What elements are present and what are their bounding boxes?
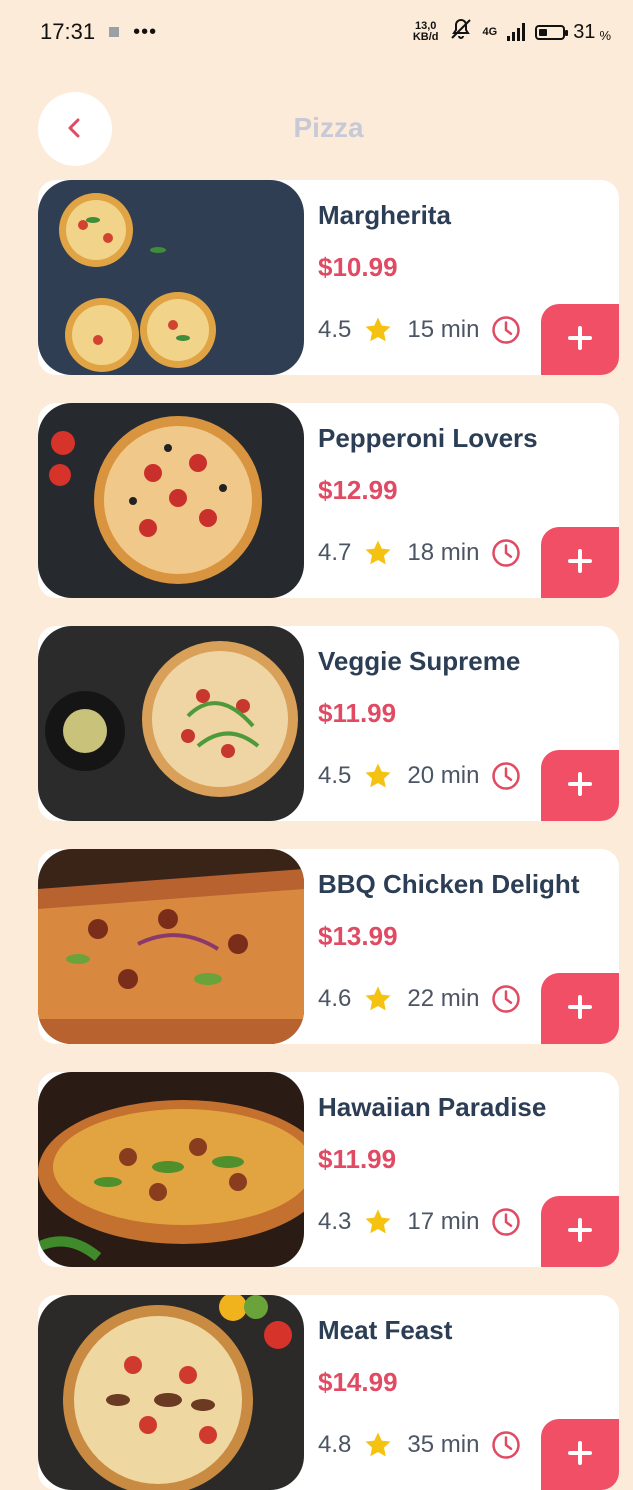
rating-value: 4.6 (318, 985, 352, 1012)
network-type: 4G (482, 25, 498, 38)
add-to-cart-button[interactable] (541, 1419, 619, 1490)
page-title: Pizza (293, 112, 364, 143)
header: Pizza (0, 90, 633, 170)
status-right: 13,0 KB/d 4G 31% (413, 17, 611, 47)
product-image (38, 403, 304, 598)
battery-icon (535, 24, 569, 40)
bell-muted-icon (449, 17, 473, 47)
plus-icon (567, 994, 593, 1023)
clock-icon (491, 984, 521, 1014)
product-price: $11.99 (318, 1144, 397, 1174)
net-speed: 13,0 KB/d (412, 20, 439, 43)
product-meta: 4.7 18 min (318, 538, 521, 568)
product-image (38, 1072, 304, 1267)
plus-icon (567, 771, 593, 800)
product-meta: 4.8 35 min (318, 1430, 521, 1460)
clock-icon (491, 761, 521, 791)
add-to-cart-button[interactable] (541, 527, 619, 598)
product-name: Pepperoni Lovers (318, 423, 538, 453)
battery-indicator: 31% (535, 21, 611, 44)
delivery-time: 18 min (407, 539, 480, 566)
product-name: BBQ Chicken Delight (318, 869, 580, 899)
product-price: $14.99 (318, 1367, 398, 1397)
status-time: 17:31 (40, 19, 96, 44)
add-to-cart-button[interactable] (541, 1196, 619, 1267)
clock-icon (491, 538, 521, 568)
product-image (38, 626, 304, 821)
product-price: $13.99 (318, 921, 398, 951)
product-card[interactable]: Margherita $10.99 4.5 15 min (38, 180, 619, 375)
star-icon (363, 984, 393, 1014)
product-meta: 4.5 20 min (318, 761, 521, 791)
product-card[interactable]: BBQ Chicken Delight $13.99 4.6 22 min (38, 849, 619, 1044)
star-icon (363, 538, 393, 568)
more-notifications-icon: ••• (133, 20, 158, 43)
plus-icon (567, 1217, 593, 1246)
product-name: Margherita (318, 200, 451, 230)
clock-icon (491, 1207, 521, 1237)
product-meta: 4.6 22 min (318, 984, 521, 1014)
status-left: 17:31 ••• (40, 19, 157, 45)
rating-value: 4.5 (318, 762, 352, 789)
product-price: $11.99 (318, 698, 397, 728)
plus-icon (567, 1440, 593, 1469)
star-icon (363, 315, 393, 345)
product-card[interactable]: Veggie Supreme $11.99 4.5 20 min (38, 626, 619, 821)
star-icon (363, 761, 393, 791)
product-image (38, 849, 304, 1044)
product-meta: 4.5 15 min (318, 315, 521, 345)
add-to-cart-button[interactable] (541, 750, 619, 821)
star-icon (363, 1207, 393, 1237)
product-name: Veggie Supreme (318, 646, 521, 676)
product-price: $12.99 (318, 475, 398, 505)
product-name: Meat Feast (318, 1315, 453, 1345)
delivery-time: 15 min (407, 316, 480, 343)
delivery-time: 17 min (407, 1208, 480, 1235)
star-icon (363, 1430, 393, 1460)
product-meta: 4.3 17 min (318, 1207, 521, 1237)
delivery-time: 22 min (407, 985, 480, 1012)
notification-icon (109, 27, 120, 37)
product-name: Hawaiian Paradise (318, 1092, 547, 1122)
rating-value: 4.8 (318, 1431, 352, 1458)
signal-icon (507, 23, 526, 41)
rating-value: 4.5 (318, 316, 352, 343)
rating-value: 4.3 (318, 1208, 352, 1235)
add-to-cart-button[interactable] (541, 973, 619, 1044)
rating-value: 4.7 (318, 539, 352, 566)
product-image (38, 180, 304, 375)
clock-icon (491, 1430, 521, 1460)
delivery-time: 20 min (407, 762, 480, 789)
status-bar: 17:31 ••• 13,0 KB/d 4G 31% (0, 0, 633, 64)
product-price: $10.99 (318, 252, 398, 282)
delivery-time: 35 min (407, 1431, 480, 1458)
clock-icon (491, 315, 521, 345)
product-card[interactable]: Hawaiian Paradise $11.99 4.3 17 min (38, 1072, 619, 1267)
add-to-cart-button[interactable] (541, 304, 619, 375)
product-card[interactable]: Pepperoni Lovers $12.99 4.7 18 min (38, 403, 619, 598)
plus-icon (567, 548, 593, 577)
plus-icon (567, 325, 593, 354)
